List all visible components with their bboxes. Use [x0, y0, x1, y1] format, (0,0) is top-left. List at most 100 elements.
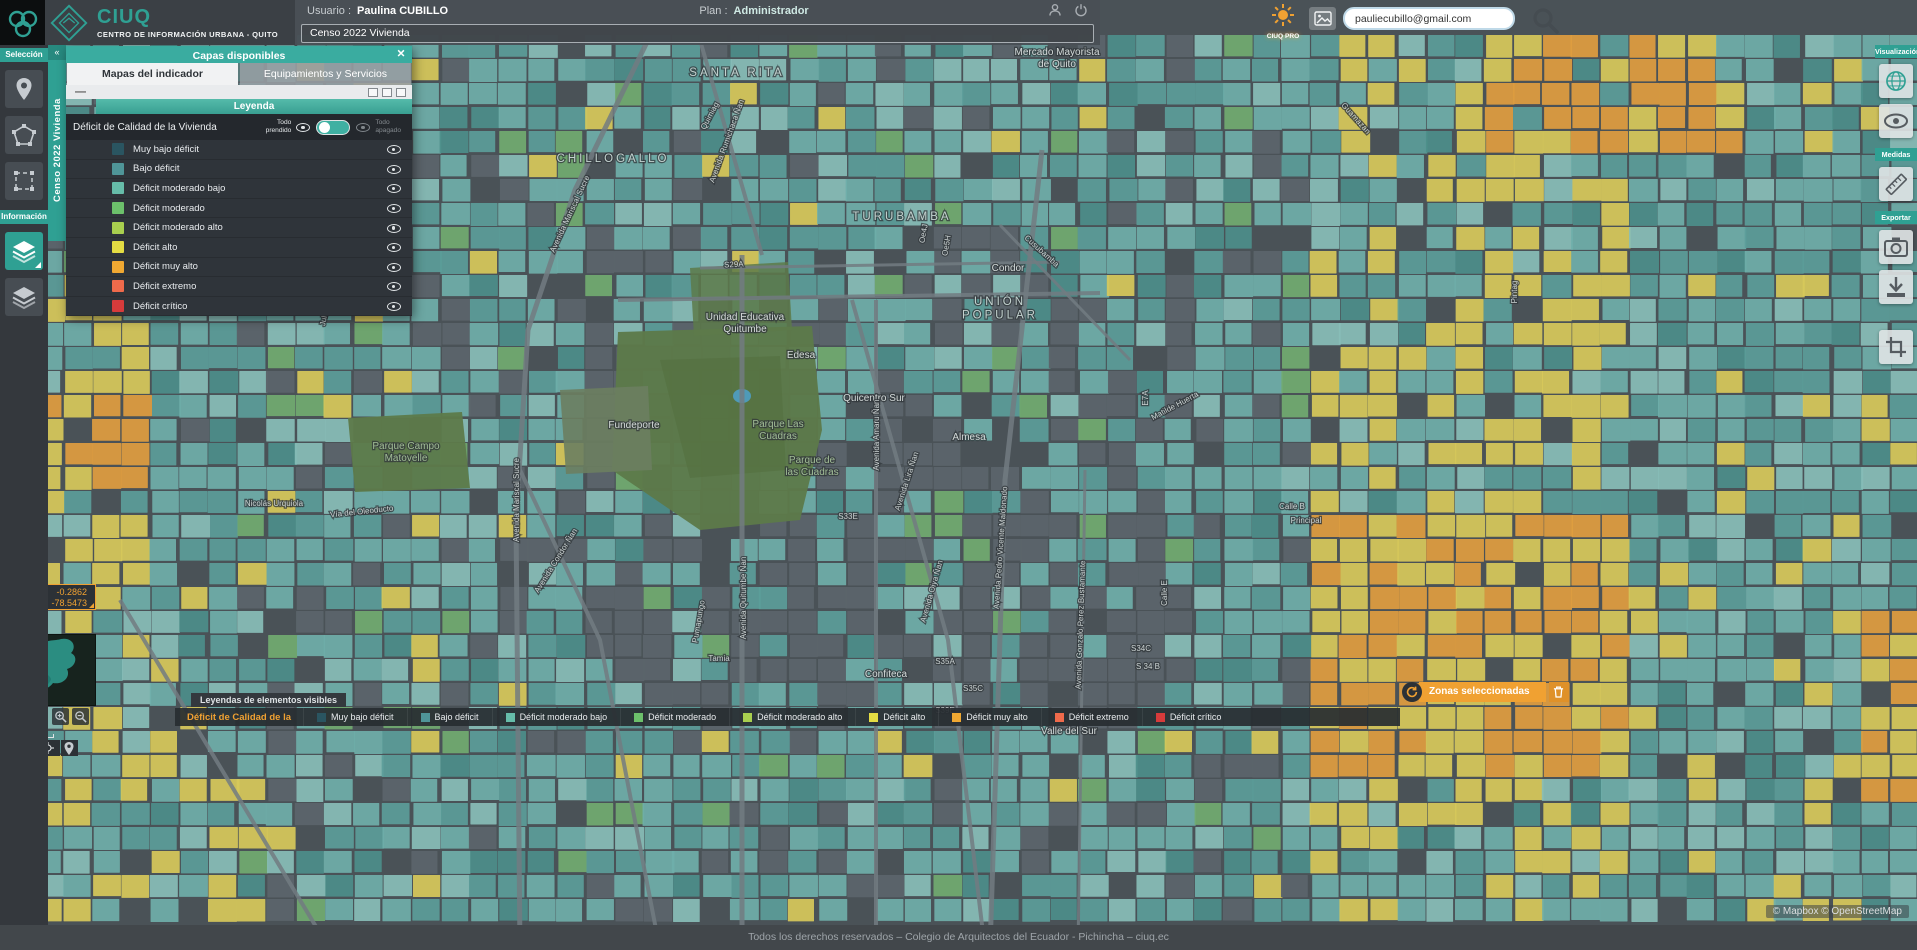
svg-text:Avenida Quitumbe Ñan: Avenida Quitumbe Ñan: [739, 557, 748, 640]
download-tool[interactable]: [1879, 270, 1913, 304]
svg-text:Parque delas Cuadras: Parque de las Cuadras: [785, 455, 838, 478]
visualization-section-label: Visualización: [1875, 45, 1917, 58]
mini-grid-icon[interactable]: [368, 87, 378, 97]
legend-color-swatch: [112, 221, 124, 234]
top-bar: Usuario : Paulina CUBILLO Plan : Adminis…: [295, 0, 1100, 45]
legend-item-label: Déficit alto: [133, 241, 178, 253]
close-icon[interactable]: ✕: [393, 46, 409, 63]
bottom-legend-chip: Déficit muy alto: [938, 708, 1041, 726]
refresh-icon: [1406, 686, 1418, 698]
ciuq-pro-button[interactable]: CIUQ PRO: [1262, 3, 1304, 40]
visibility-eye-icon[interactable]: [386, 221, 402, 235]
svg-text:Pintag: Pintag: [1510, 281, 1519, 304]
legend-item-label: Déficit moderado bajo: [519, 712, 608, 722]
footer-text: Todos los derechos reservados – Colegio …: [748, 931, 1169, 943]
export-area-tool[interactable]: [1879, 330, 1913, 364]
photo-icon: [1313, 11, 1332, 26]
svg-text:Avenida Mariscal Sucre: Avenida Mariscal Sucre: [512, 458, 521, 542]
svg-text:Edesa: Edesa: [787, 350, 816, 361]
visibility-eye-icon[interactable]: [386, 260, 402, 274]
visibility-eye-icon[interactable]: [386, 240, 402, 254]
legend-color-swatch: [112, 300, 124, 313]
layers-icon: [12, 241, 36, 264]
measures-section-label: Medidas: [1875, 148, 1917, 161]
footer-bar: Todos los derechos reservados – Colegio …: [0, 925, 1917, 950]
legend-item-label: Déficit extremo: [1068, 712, 1129, 722]
legend-item-label: Déficit moderado: [648, 712, 717, 722]
layers-stack-icon: [12, 287, 36, 310]
mini-map-icon[interactable]: [396, 87, 406, 97]
tab-equipamientos-servicios[interactable]: Equipamientos y Servicios: [240, 63, 411, 85]
plan-label: Plan :: [699, 5, 728, 17]
legend-item-label: Déficit muy alto: [966, 712, 1028, 722]
basemap-tool[interactable]: [1879, 64, 1913, 98]
measure-tool[interactable]: [1879, 167, 1913, 201]
point-select-tool[interactable]: [5, 70, 43, 108]
visibility-eye-icon[interactable]: [386, 162, 402, 176]
layers-panel: Capas disponibles ✕ Mapas del indicador …: [66, 46, 412, 317]
visibility-eye-icon[interactable]: [386, 142, 402, 156]
refresh-zones-button[interactable]: [1402, 682, 1422, 702]
svg-text:Fundeporte: Fundeporte: [608, 420, 660, 431]
layer-header-row: Déficit de Calidad de la Vivienda Todo pr…: [66, 114, 412, 140]
screenshot-tool[interactable]: [1879, 230, 1913, 264]
legend-item-label: Déficit moderado alto: [133, 222, 223, 234]
panel-title-bar: Capas disponibles ✕: [66, 46, 412, 63]
panel-drag-handle[interactable]: —: [75, 87, 86, 98]
map-attribution[interactable]: © Mapbox © OpenStreetMap: [1765, 905, 1909, 918]
legend-color-swatch: [112, 202, 124, 215]
dataset-selector[interactable]: Censo 2022 Vivienda: [301, 24, 1094, 43]
mini-chart-icon[interactable]: [382, 87, 392, 97]
multi-layers-tool[interactable]: [5, 278, 43, 316]
clear-zones-button[interactable]: [1548, 682, 1569, 702]
visibility-eye-icon[interactable]: [386, 201, 402, 215]
polygon-select-icon: [12, 124, 36, 146]
logout-power-icon[interactable]: [1074, 3, 1088, 20]
layers-tool-active[interactable]: [5, 232, 43, 270]
email-search-input[interactable]: [1343, 7, 1515, 30]
goto-location-button[interactable]: [60, 740, 78, 756]
legend-color-swatch: [112, 280, 124, 293]
search-icon[interactable]: [1530, 5, 1560, 40]
box-select-tool[interactable]: [5, 162, 43, 200]
selected-zones-button[interactable]: Zonas seleccionadas: [1419, 682, 1546, 702]
all-on-eye-icon[interactable]: [295, 120, 311, 134]
visibility-eye-icon[interactable]: [386, 299, 402, 313]
all-off-label: Todo apagado: [375, 119, 401, 134]
bottom-legend-chip: Déficit alto: [855, 708, 938, 726]
brand-name: CIUQ: [97, 5, 151, 28]
visibility-tool[interactable]: [1879, 104, 1913, 138]
collapse-panel-button[interactable]: «: [48, 45, 66, 60]
svg-text:S 34 B: S 34 B: [1136, 662, 1160, 671]
image-tool-button[interactable]: [1309, 7, 1336, 30]
bottom-legend-chip: Muy bajo déficit: [303, 708, 407, 726]
user-account-icon[interactable]: [1048, 3, 1062, 20]
svg-text:S29A: S29A: [724, 259, 745, 269]
legend-color-swatch: [112, 241, 124, 254]
box-select-icon: [14, 171, 34, 191]
polygon-select-tool[interactable]: [5, 116, 43, 154]
svg-text:Tamia: Tamia: [708, 654, 730, 663]
dataset-strip: « Censo 2022 Vivienda: [48, 45, 66, 241]
small-pin-icon: [64, 741, 74, 755]
legend-item-label: Déficit moderado: [133, 202, 205, 214]
ciuq-logo-icon[interactable]: [0, 0, 45, 45]
legend-item-label: Déficit alto: [883, 712, 926, 722]
visibility-eye-icon[interactable]: [386, 181, 402, 195]
legend-color-swatch: [112, 182, 124, 195]
legend-item-label: Déficit extremo: [133, 280, 197, 292]
ciuq-pro-label: CIUQ PRO: [1266, 33, 1300, 40]
legend-row: Déficit muy alto: [66, 258, 412, 278]
tab-mapas-del-indicador[interactable]: Mapas del indicador: [67, 63, 238, 85]
svg-text:SANTA RITA: SANTA RITA: [689, 67, 784, 79]
zoom-out-button[interactable]: [72, 708, 89, 725]
plan-value: Administrador: [733, 5, 809, 17]
svg-text:Parque LasCuadras: Parque Las Cuadras: [752, 419, 803, 442]
legend-layer-prefix: Déficit de Calidad de la: [187, 711, 291, 723]
all-off-eye-icon[interactable]: [355, 120, 371, 134]
zoom-in-button[interactable]: [52, 708, 69, 725]
visibility-eye-icon[interactable]: [386, 279, 402, 293]
download-icon: [1887, 277, 1905, 297]
all-layers-toggle[interactable]: [316, 119, 351, 135]
layer-title: Déficit de Calidad de la Vivienda: [73, 121, 217, 133]
